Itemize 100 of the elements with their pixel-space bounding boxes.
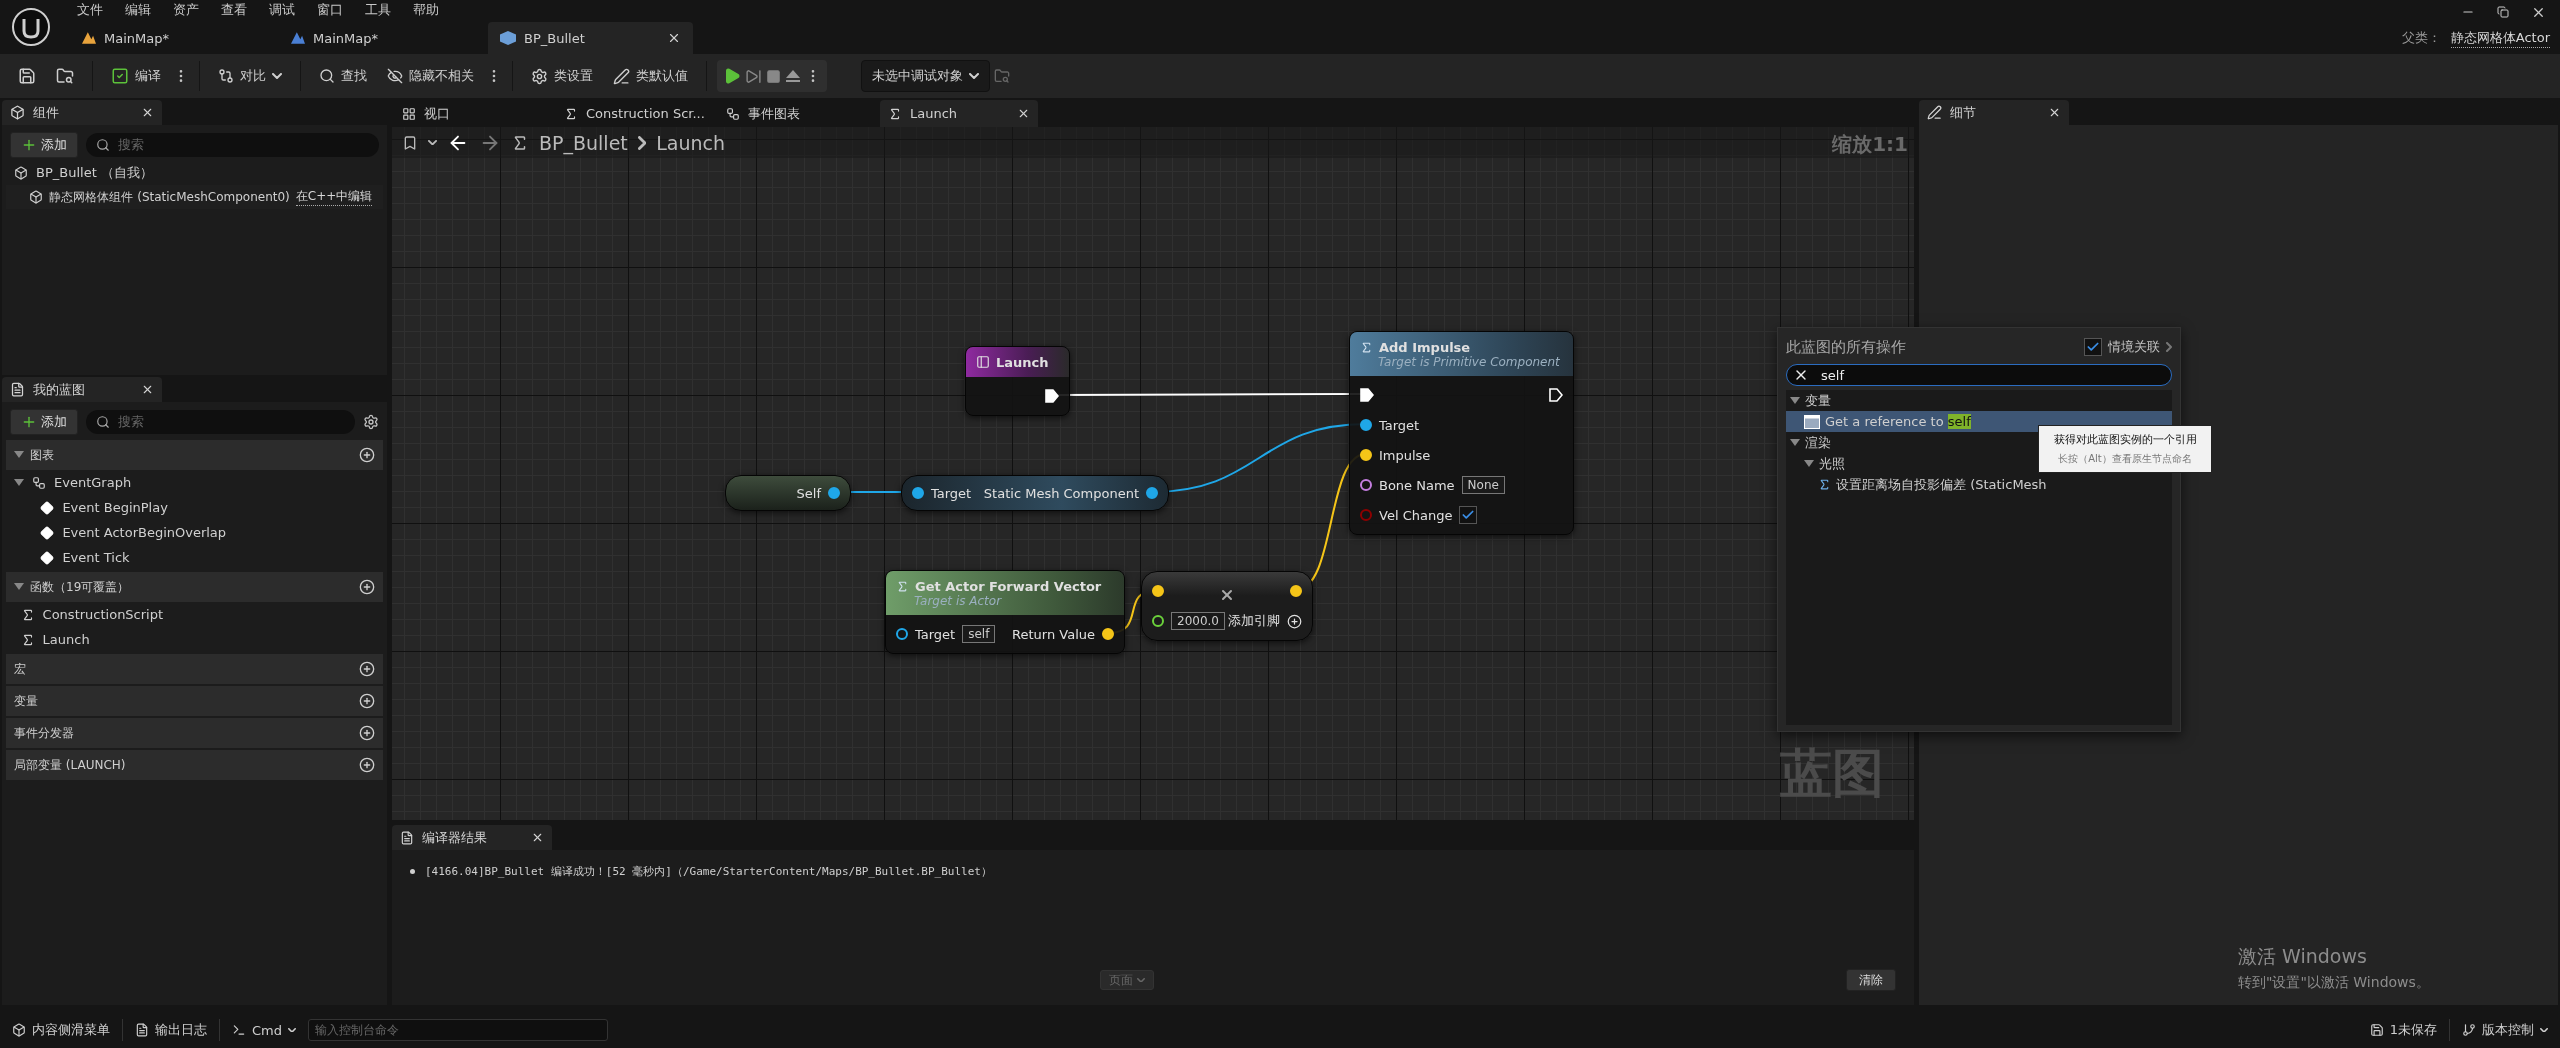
pin-value-field[interactable]: None (1461, 476, 1505, 494)
section-header[interactable]: 局部变量 (LAUNCH) (6, 750, 383, 780)
section-header[interactable]: 图表 (6, 440, 383, 470)
stop-icon[interactable] (766, 68, 781, 84)
graph-node[interactable]: Get Actor Forward Vector Target is Actor Target self Return Value (885, 570, 1125, 654)
document-tab[interactable]: MainMap* (279, 22, 484, 54)
output-log-button[interactable]: 输出日志 (127, 1017, 215, 1043)
pin-value-field[interactable]: 2000.0 (1171, 612, 1225, 630)
hide-unrelated-button[interactable]: 隐藏不相关 (379, 60, 482, 92)
source-control-button[interactable]: 版本控制 (2454, 1017, 2556, 1043)
exec-pin-icon[interactable] (1549, 388, 1563, 402)
compile-button[interactable]: 编译 (103, 60, 169, 92)
debug-target-dropdown[interactable]: 未选中调试对象 (861, 60, 990, 92)
diff-dropdown[interactable]: 对比 (210, 60, 290, 92)
graph-node[interactable]: 2000.0 添加引脚 (1141, 571, 1313, 641)
class-defaults-button[interactable]: 类默认值 (605, 60, 696, 92)
panel-tab[interactable]: 组件 (2, 100, 162, 125)
panel-tab[interactable]: 细节 (1919, 100, 2069, 125)
find-button[interactable]: 查找 (311, 60, 375, 92)
menu-item[interactable]: 编辑 (114, 1, 162, 19)
clear-button[interactable]: 清除 (1846, 969, 1896, 991)
add-icon[interactable] (359, 447, 375, 463)
add-icon[interactable] (359, 725, 375, 741)
graph-node[interactable]: Add Impulse Target is Primitive Component Target Impulse Bone Name None Vel Change (1349, 331, 1574, 535)
add-button[interactable]: 添加 (10, 132, 78, 158)
menu-item[interactable]: 文件 (66, 1, 114, 19)
menu-item[interactable]: 调试 (258, 1, 306, 19)
menu-item[interactable]: 窗口 (306, 1, 354, 19)
eject-icon[interactable] (785, 69, 801, 83)
menu-item[interactable]: 工具 (354, 1, 402, 19)
data-pin-icon[interactable] (1360, 419, 1372, 431)
parent-class-link[interactable]: 静态网格体Actor (2450, 28, 2550, 48)
panel-tab[interactable]: 我的蓝图 (2, 377, 162, 402)
graph-icon (726, 106, 740, 121)
action-item[interactable]: 设置距离场自投影偏差 (StaticMesh (1786, 474, 2172, 495)
graph-tab[interactable]: Launch (880, 100, 1038, 127)
debug-find-icon[interactable] (994, 68, 1010, 84)
search-field[interactable]: self (1786, 364, 2172, 386)
menu-item[interactable]: 资产 (162, 1, 210, 19)
menu-item[interactable]: 帮助 (402, 1, 450, 19)
pin-value-field[interactable]: self (962, 625, 996, 643)
add-button[interactable]: 添加 (10, 409, 78, 435)
tree-item[interactable]: Event ActorBeginOverlap (6, 520, 383, 545)
play-icon[interactable] (723, 67, 741, 85)
data-pin-icon[interactable] (1146, 487, 1158, 499)
tree-item[interactable]: Event Tick (6, 545, 383, 570)
add-icon[interactable] (359, 757, 375, 773)
exec-pin-icon[interactable] (1360, 388, 1374, 402)
step-icon[interactable] (745, 67, 762, 85)
close-icon[interactable] (2048, 106, 2061, 119)
graph-tab[interactable]: 视口 (394, 100, 552, 127)
checkbox[interactable] (2084, 338, 2102, 356)
edit-in-cpp-link[interactable]: 在C++中编辑 (295, 188, 373, 206)
data-pin-icon[interactable] (912, 487, 924, 499)
unsaved-button[interactable]: 1未保存 (2361, 1017, 2445, 1043)
console-input[interactable]: 输入控制台命令 (308, 1019, 608, 1041)
restore-icon[interactable] (2497, 6, 2509, 18)
graph-tab[interactable]: Construction Scr... (556, 100, 714, 127)
close-icon[interactable] (667, 31, 681, 45)
content-drawer-button[interactable]: 内容侧滑菜单 (4, 1017, 118, 1043)
cmd-dropdown[interactable]: Cmd (224, 1017, 304, 1043)
section-header[interactable]: 事件分发器 (6, 718, 383, 748)
data-pin-icon[interactable] (828, 487, 840, 499)
close-icon[interactable] (141, 383, 154, 396)
caret-icon[interactable] (428, 139, 437, 146)
graph-node[interactable]: Launch (965, 346, 1070, 416)
bookmark-icon[interactable] (402, 134, 418, 151)
tree-item[interactable]: Event BeginPlay (6, 495, 383, 520)
separator-icon[interactable] (637, 135, 647, 150)
breadcrumb-item[interactable]: Launch (656, 131, 725, 154)
section-header[interactable]: 函数（19可覆盖） (6, 572, 383, 602)
document-tab[interactable]: MainMap* (70, 22, 275, 54)
section-header[interactable]: 宏 (6, 654, 383, 684)
graph-node[interactable]: Self (725, 475, 851, 511)
close-icon[interactable] (1017, 107, 1030, 120)
menu-item[interactable]: 查看 (210, 1, 258, 19)
tree-item[interactable]: ConstructionScript (6, 602, 383, 627)
add-pin-icon[interactable] (1287, 613, 1302, 629)
settings-icon[interactable] (363, 414, 379, 430)
add-icon[interactable] (359, 661, 375, 677)
data-pin-icon[interactable] (1152, 615, 1164, 627)
graph-tab[interactable]: 事件图表 (718, 100, 876, 127)
graph-node[interactable]: Target Static Mesh Component (901, 475, 1169, 511)
data-pin-icon[interactable] (1360, 479, 1372, 491)
add-icon[interactable] (359, 579, 375, 595)
close-icon[interactable] (141, 106, 154, 119)
panel-tab[interactable]: 编译器结果 (392, 825, 552, 851)
category-row[interactable]: 变量 (1786, 390, 2172, 411)
document-tab[interactable]: BP_Bullet (488, 22, 693, 54)
data-pin-icon[interactable] (896, 628, 908, 640)
add-icon[interactable] (359, 693, 375, 709)
class-settings-button[interactable]: 类设置 (523, 60, 601, 92)
section-header[interactable]: 变量 (6, 686, 383, 716)
tree-item[interactable]: EventGraph (6, 470, 383, 495)
exec-pin-icon[interactable] (1045, 389, 1059, 403)
engine-logo-icon[interactable] (11, 7, 51, 47)
breadcrumb-item[interactable]: BP_Bullet (539, 131, 628, 154)
checkbox[interactable] (1459, 506, 1478, 524)
tree-item[interactable]: BP_Bullet （自我） (6, 161, 383, 185)
tree-item[interactable]: Launch (6, 627, 383, 652)
